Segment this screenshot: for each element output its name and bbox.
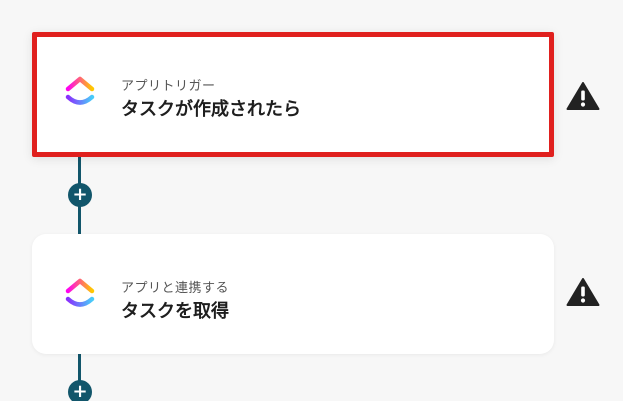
step-title: タスクを取得 <box>121 301 229 322</box>
warning-icon[interactable] <box>566 277 600 307</box>
step-card-action[interactable]: アプリと連携する タスクを取得 <box>32 234 554 354</box>
add-step-button[interactable]: + <box>68 183 92 207</box>
step-sublabel: アプリと連携する <box>121 281 230 296</box>
clickup-logo-icon <box>65 76 95 105</box>
add-step-button[interactable]: + <box>68 380 92 401</box>
step-title: タスクが作成されたら <box>121 99 301 120</box>
warning-icon[interactable] <box>566 81 600 111</box>
step-card-trigger[interactable]: アプリトリガー タスクが作成されたら <box>32 32 554 157</box>
workflow-canvas: + + アプリトリガー タスクが作成されたら アプリと連携する タスクを取得 <box>0 0 623 401</box>
step-sublabel: アプリトリガー <box>121 79 216 94</box>
clickup-logo-icon <box>65 278 95 307</box>
